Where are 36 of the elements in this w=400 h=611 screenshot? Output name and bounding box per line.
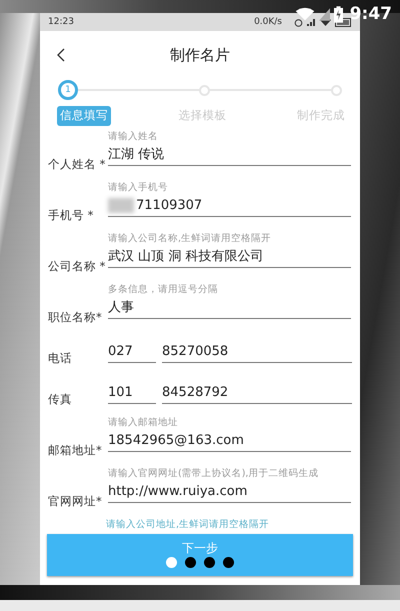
input-field[interactable]: 18542965@163.com — [108, 430, 351, 452]
number-field[interactable]: 84528792 — [162, 382, 352, 404]
wifi-icon — [294, 7, 315, 21]
signal-icon — [307, 18, 316, 26]
back-icon[interactable] — [56, 48, 65, 62]
floating-label: 请输入手机号 — [108, 181, 169, 195]
input-field[interactable]: 武汉 山顶 洞 科技有限公司 — [108, 246, 351, 268]
input-field[interactable]: 江湖 传说 — [108, 144, 351, 166]
floating-label: 请输入官网网址(需带上协议名),用于二维码生成 — [108, 467, 320, 481]
number-field[interactable]: 85270058 — [162, 341, 352, 363]
floating-label: 请输入姓名 — [108, 130, 159, 144]
network-speed: 0.0K/s — [254, 17, 282, 27]
input-field[interactable]: 人事 — [108, 297, 351, 319]
field-label: 手机号 * — [48, 208, 94, 224]
field-label: 个人姓名 * — [48, 157, 106, 173]
signal-icon — [318, 8, 330, 20]
area-code-field[interactable]: 101 — [108, 382, 156, 404]
input-field[interactable]: 71109307 — [108, 195, 351, 217]
field-label: 传真 — [48, 392, 72, 408]
floating-label: 请输入邮箱地址 — [108, 416, 179, 430]
floating-label: 多条信息，请用逗号分隔 — [108, 283, 219, 297]
page-title: 制作名片 — [170, 46, 230, 64]
wifi-icon — [320, 18, 331, 26]
step-circle: 1 — [58, 80, 78, 100]
field-label: 电话 — [48, 351, 72, 367]
floating-label: 请输入公司名称,生鲜词请用空格隔开 — [108, 232, 272, 246]
field-label: 邮箱地址* — [48, 443, 102, 459]
area-code-field[interactable]: 027 — [108, 341, 156, 363]
input-field[interactable]: http://www.ruiya.com — [108, 481, 351, 503]
field-label: 职位名称* — [48, 310, 102, 326]
field-label: 官网网址* — [48, 494, 102, 510]
field-label: 公司名称 * — [48, 259, 106, 275]
step-label: 信息填写 — [57, 106, 111, 126]
status-time: 12:23 — [48, 17, 74, 27]
alarm-icon — [294, 18, 303, 26]
floating-label: 请输入公司地址,生鲜词请用空格隔开 — [105, 518, 270, 532]
